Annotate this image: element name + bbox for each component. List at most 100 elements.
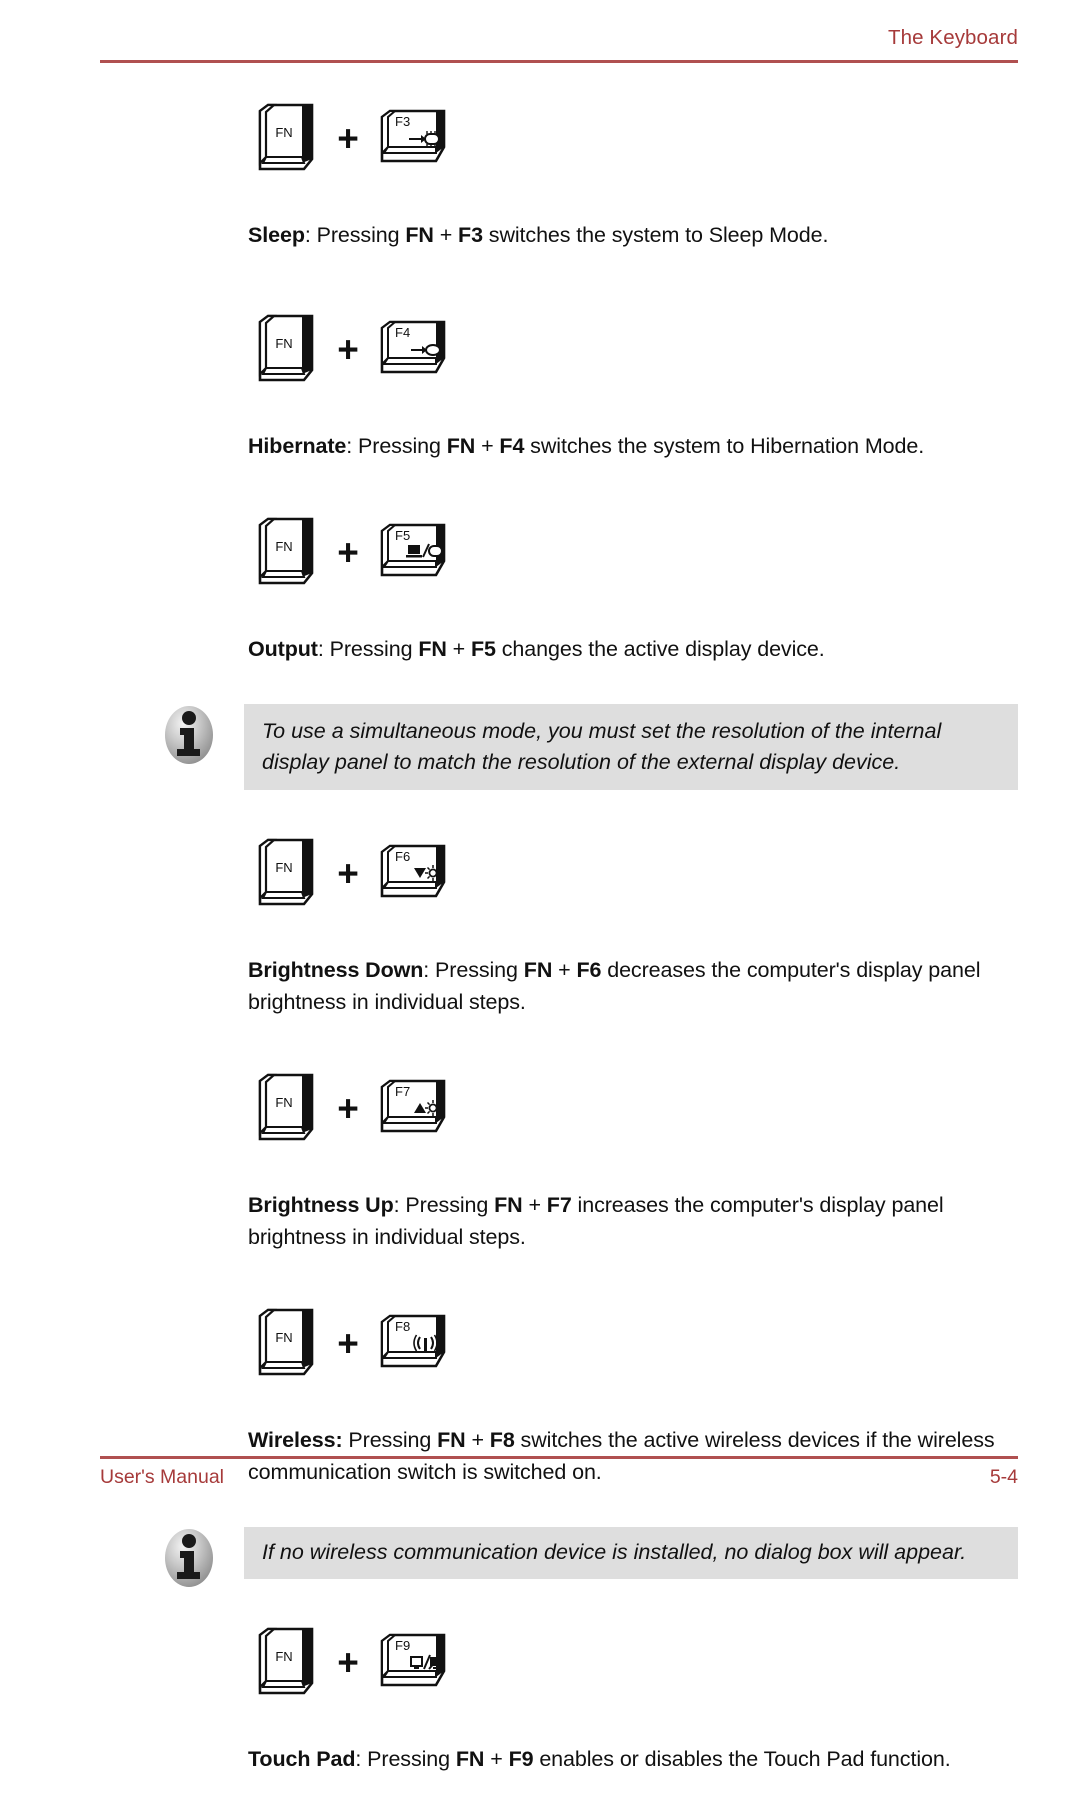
function-key-graphic-f8: F8 [378,1314,450,1370]
function-key-graphic-f3: F3 [378,109,450,165]
shortcut-block-hibernate: FN + F4 Hibernate: Pressing FN + F4 swit… [0,306,1080,462]
key-combo-row: FN + F7 [254,1065,1080,1149]
shortcut-combo-modifier: FN [405,222,434,247]
shortcut-combo-plus: + [433,222,459,247]
shortcut-text-before: Pressing [399,1192,495,1217]
shortcut-description-brightness-down: Brightness Down: Pressing FN + F6 decrea… [248,954,1018,1018]
header-divider [100,60,1018,63]
fn-key-graphic: FN [254,517,318,585]
page-header: The Keyboard [100,26,1018,50]
shortcut-description-touchpad: Touch Pad: Pressing FN + F9 enables or d… [248,1743,1018,1775]
shortcut-block-brightness-down: FN + F6 Brightness Down: Pressing FN + F… [0,830,1080,1018]
shortcut-combo-modifier: FN [446,433,476,458]
shortcut-text-before: Pressing [323,636,419,661]
function-key-label: F9 [395,1638,410,1653]
fn-key-graphic: FN [254,1308,318,1376]
footer-document-title: User's Manual [100,1466,225,1488]
shortcut-block-output: FN + F5 Output: Pressing FN + F5 changes… [0,509,1080,665]
shortcut-combo-modifier: FN [418,636,447,661]
header-title: The Keyboard [888,26,1018,49]
footer-divider [100,1456,1018,1459]
shortcut-combo-plus: + [446,636,471,661]
info-icon [160,704,218,766]
note-box-wireless-device: If no wireless communication device is i… [160,1527,1018,1589]
info-icon [160,1527,218,1589]
key-combo-row: FN + F6 [254,830,1080,914]
manual-page: The Keyboard FN + F3 Sleep: Pressing FN … [0,0,1080,1771]
fn-key-label: FN [275,860,292,875]
shortcut-combo-function: F9 [508,1746,534,1771]
shortcut-title: Output [248,636,318,661]
shortcut-block-touchpad: FN + F9 Touch Pad: Pressing FN + F9 enab… [0,1619,1080,1775]
shortcut-block-brightness-up: FN + F7 Brightness Up: Pressing FN + F7 … [0,1065,1080,1253]
page-footer: User's Manual 5-4 [100,1466,1018,1496]
shortcut-description-output: Output: Pressing FN + F5 changes the act… [248,633,1018,665]
shortcut-combo-function: F5 [471,636,496,661]
plus-symbol: + [337,1087,359,1129]
fn-key-label: FN [275,125,292,140]
shortcut-text-before: Pressing [310,222,406,247]
shortcut-title: Sleep [248,222,305,247]
plus-symbol: + [337,1322,359,1364]
plus-symbol: + [337,1641,359,1683]
key-combo-row: FN + F4 [254,306,1080,390]
shortcut-combo-plus: + [465,1427,490,1452]
shortcut-combo-function: F8 [489,1427,515,1452]
function-key-label: F4 [395,325,410,340]
shortcut-description-hibernate: Hibernate: Pressing FN + F4 switches the… [248,430,1018,462]
shortcut-combo-plus: + [552,957,577,982]
shortcut-description-sleep: Sleep: Pressing FN + F3 switches the sys… [248,219,1018,251]
function-key-label: F8 [395,1319,410,1334]
page-content: FN + F3 Sleep: Pressing FN + F3 switches… [0,95,1080,1796]
function-key-label: F5 [395,528,410,543]
function-key-graphic-f6: F6 [378,844,450,900]
fn-key-label: FN [275,336,292,351]
note-text: To use a simultaneous mode, you must set… [244,704,1018,790]
shortcut-text-after: switches the system to Sleep Mode. [482,222,829,247]
note-text: If no wireless communication device is i… [244,1527,1018,1579]
function-key-graphic-f5: F5 [378,523,450,579]
shortcut-combo-function: F6 [576,957,602,982]
shortcut-combo-function: F3 [458,222,483,247]
shortcut-block-sleep: FN + F3 Sleep: Pressing FN + F3 switches… [0,95,1080,251]
fn-key-graphic: FN [254,314,318,382]
shortcut-title: Wireless: [248,1427,343,1452]
shortcut-text-after: switches the system to Hibernation Mode. [524,433,925,458]
fn-key-label: FN [275,1649,292,1664]
fn-key-graphic: FN [254,103,318,171]
shortcut-text-before: Pressing [361,1746,456,1771]
key-combo-row: FN + F3 [254,95,1080,179]
fn-key-label: FN [275,539,292,554]
plus-symbol: + [337,531,359,573]
shortcut-combo-function: F4 [499,433,525,458]
function-key-graphic-f7: F7 [378,1079,450,1135]
key-combo-row: FN + F5 [254,509,1080,593]
fn-key-label: FN [275,1095,292,1110]
shortcut-text-after: enables or disables the Touch Pad functi… [533,1746,951,1771]
note-box-display-resolution: To use a simultaneous mode, you must set… [160,704,1018,790]
shortcut-combo-plus: + [484,1746,509,1771]
shortcut-title: Hibernate [248,433,347,458]
shortcut-title: Brightness Down [248,957,424,982]
function-key-label: F7 [395,1084,410,1099]
shortcut-title: Brightness Up [248,1192,394,1217]
shortcut-text-before: Pressing [342,1427,438,1452]
shortcut-combo-modifier: FN [455,1746,485,1771]
shortcut-combo-modifier: FN [437,1427,466,1452]
shortcut-block-wireless: FN + F8 Wireless: Pressing FN + F8 switc… [0,1300,1080,1488]
shortcut-text-after: changes the active display device. [495,636,825,661]
plus-symbol: + [337,852,359,894]
function-key-label: F3 [395,114,410,129]
shortcut-combo-plus: + [475,433,500,458]
shortcut-description-brightness-up: Brightness Up: Pressing FN + F7 increase… [248,1189,1018,1253]
shortcut-text-before: Pressing [429,957,524,982]
footer-page-number: 5-4 [989,1466,1018,1488]
fn-key-label: FN [275,1330,292,1345]
fn-key-graphic: FN [254,1073,318,1141]
shortcut-combo-plus: + [522,1192,547,1217]
fn-key-graphic: FN [254,838,318,906]
shortcut-title: Touch Pad [248,1746,356,1771]
function-key-graphic-f9: F9 [378,1633,450,1689]
fn-key-graphic: FN [254,1627,318,1695]
plus-symbol: + [337,328,359,370]
